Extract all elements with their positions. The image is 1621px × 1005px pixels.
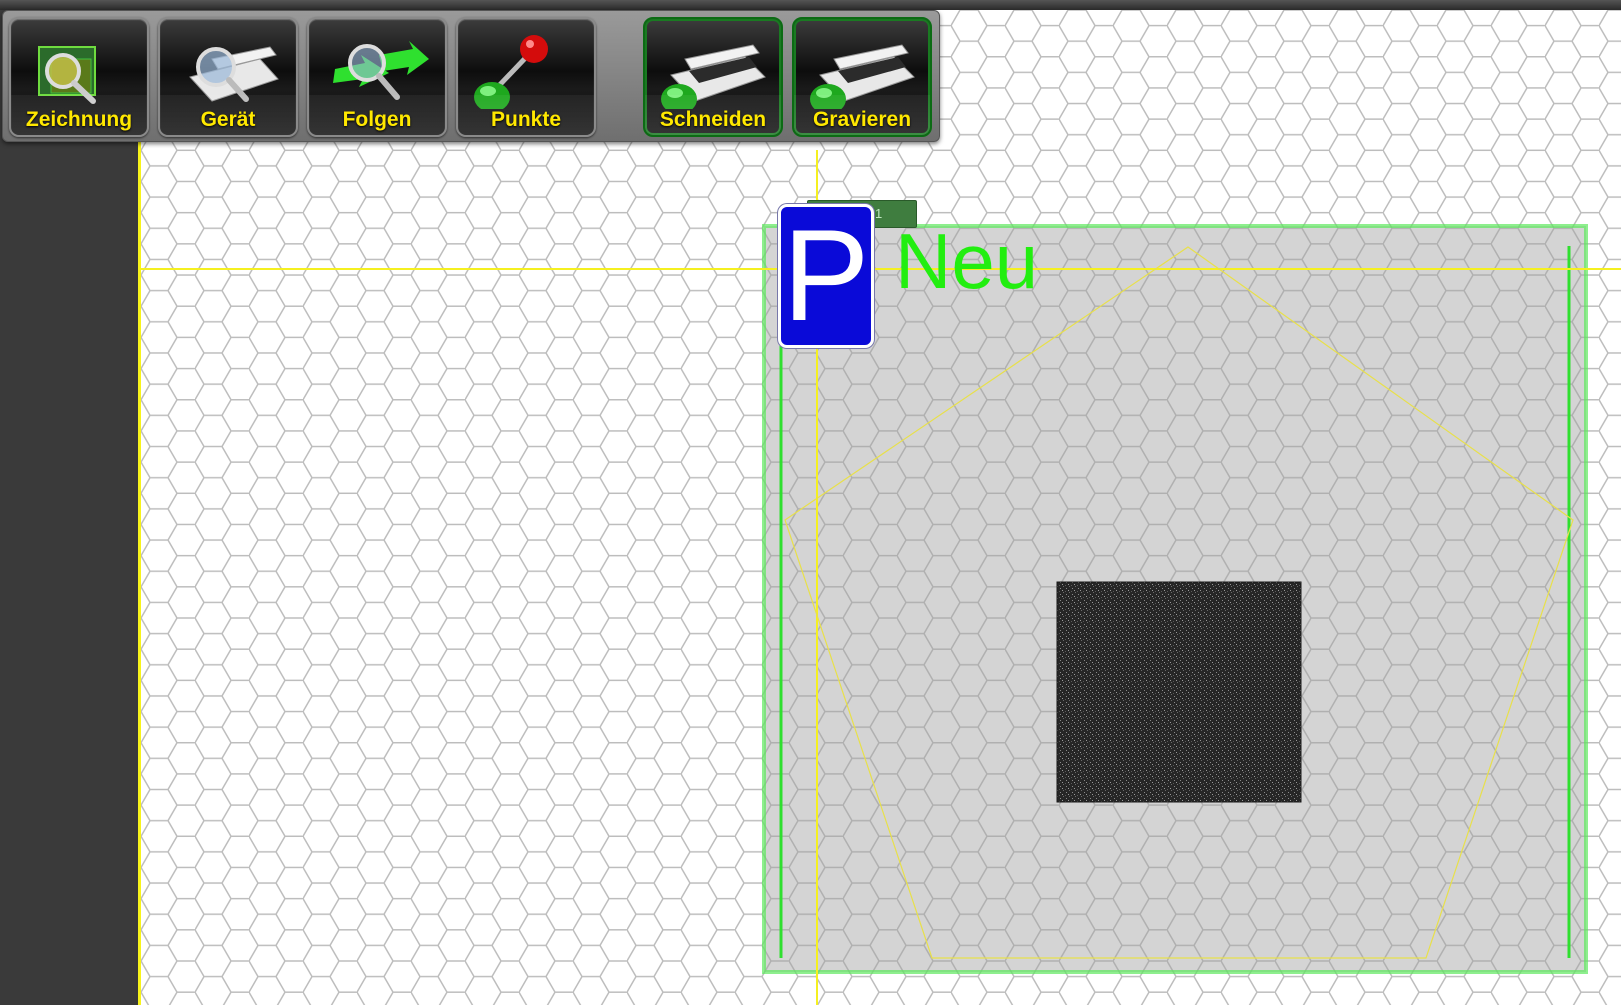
schneiden-button[interactable]: Schneiden [643, 17, 783, 137]
canvas-svg [141, 10, 1621, 1005]
geraet-label: Gerät [200, 108, 256, 131]
sidebar-yellow-edge [138, 135, 141, 1005]
window-top-bar [0, 0, 1621, 10]
p-badge[interactable]: P [778, 204, 874, 348]
folgen-label: Folgen [342, 108, 412, 131]
punkte-label: Punkte [490, 108, 561, 131]
schneiden-label: Schneiden [659, 108, 767, 131]
gravieren-label: Gravieren [812, 108, 912, 131]
folgen-button[interactable]: Folgen [307, 17, 447, 137]
punkte-button[interactable]: Punkte [456, 17, 596, 137]
zeichnung-button[interactable]: Zeichnung [9, 17, 149, 137]
left-sidebar [0, 10, 138, 1005]
texture-square-object[interactable] [1056, 581, 1302, 803]
geraet-button[interactable]: Gerät [158, 17, 298, 137]
main-toolbar: Zeichnung Gerät Folgen Punkte Schneiden … [2, 10, 940, 142]
zeichnung-label: Zeichnung [25, 108, 133, 131]
drawing-canvas[interactable] [141, 10, 1621, 1005]
gravieren-button[interactable]: Gravieren [792, 17, 932, 137]
sheet-title: Neu [895, 217, 1039, 305]
